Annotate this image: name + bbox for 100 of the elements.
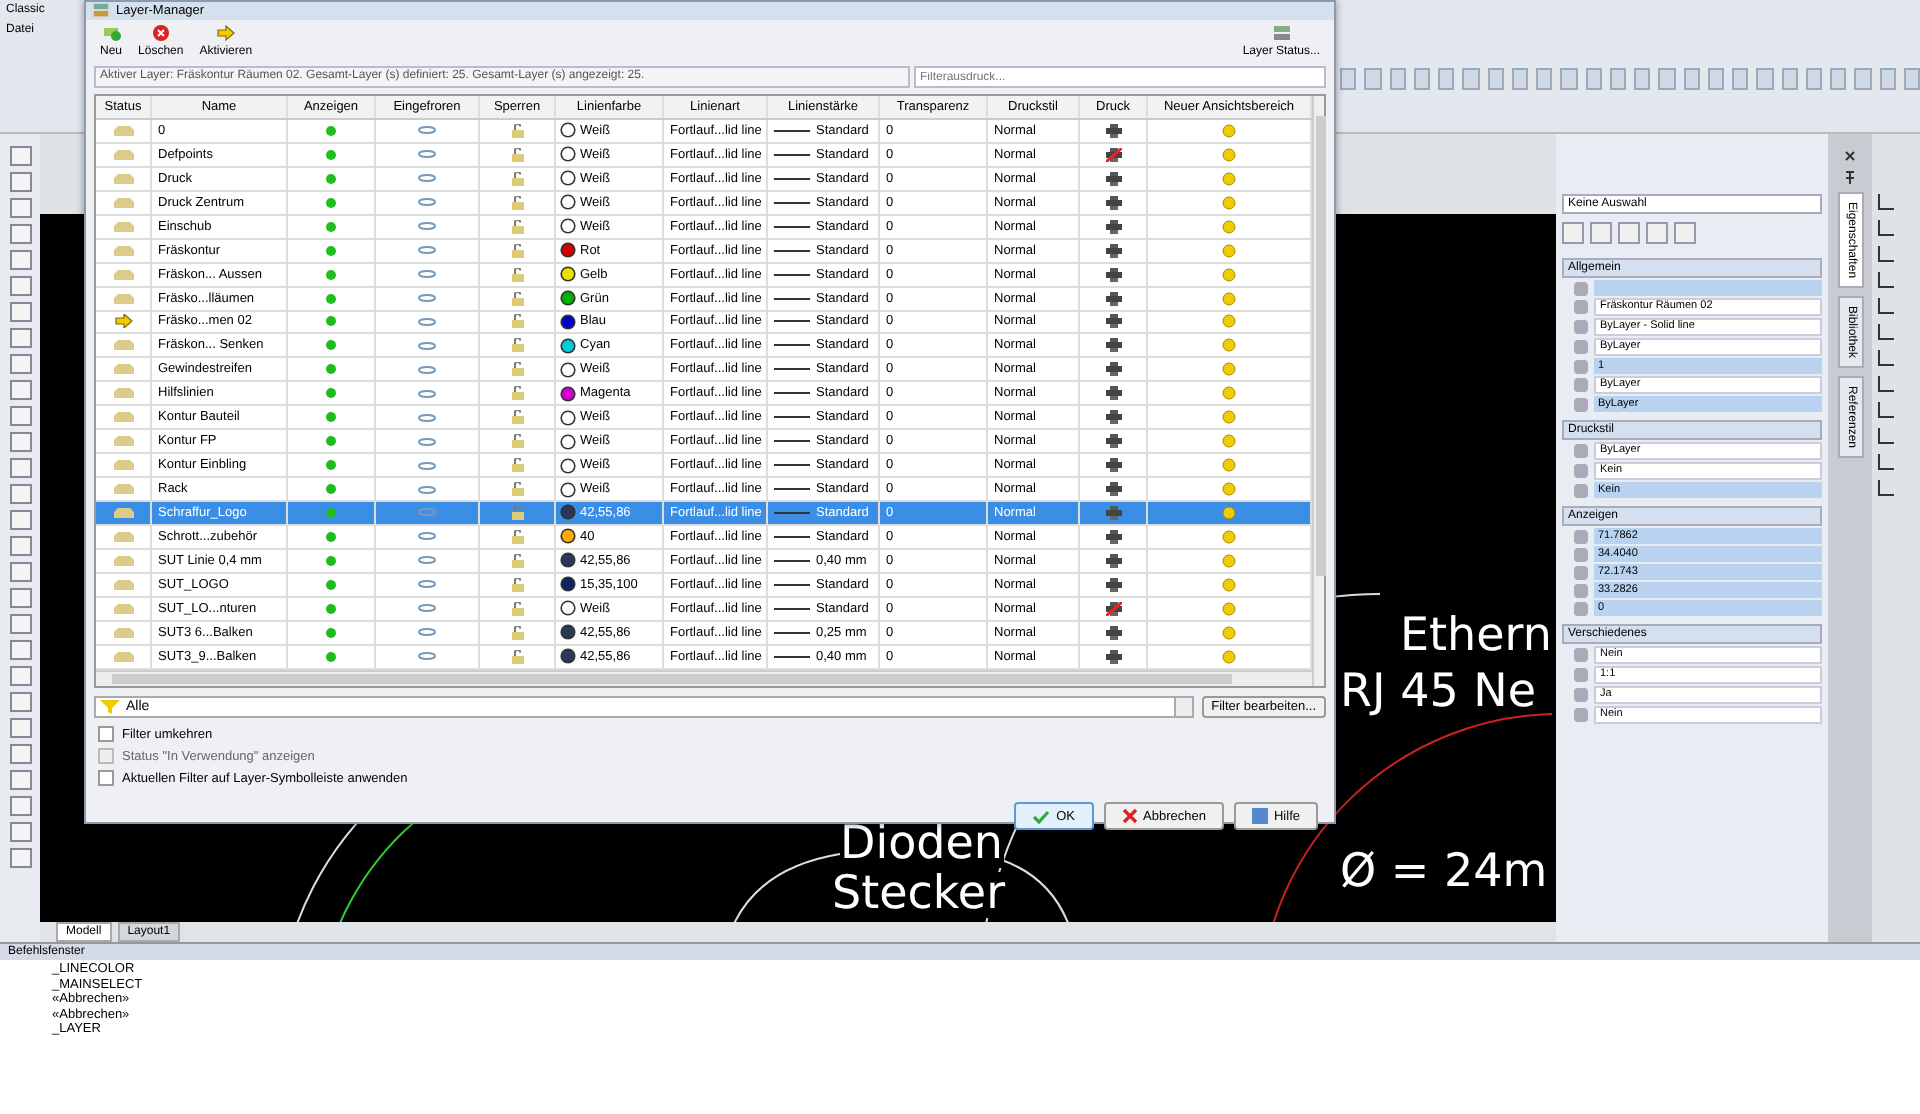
printer-icon[interactable] (1105, 434, 1121, 449)
color-dot[interactable] (562, 578, 574, 591)
toolbar-icon[interactable] (1511, 68, 1528, 90)
printer-icon[interactable] (1105, 219, 1121, 234)
color-dot[interactable] (562, 124, 574, 137)
printer-icon[interactable] (1105, 649, 1121, 664)
printer-icon[interactable] (1105, 553, 1121, 568)
toolbar-icon[interactable] (1634, 68, 1651, 90)
printer-icon[interactable] (1105, 267, 1121, 282)
unlocked-icon[interactable] (511, 171, 523, 186)
visible-icon[interactable] (326, 436, 336, 447)
color-dot[interactable] (562, 506, 574, 519)
panel-tool-icon[interactable] (1674, 222, 1696, 244)
printer-off-icon[interactable] (1105, 147, 1121, 162)
vertical-scrollbar[interactable] (1312, 96, 1324, 686)
visible-icon[interactable] (326, 579, 336, 590)
color-dot[interactable] (562, 220, 574, 233)
printer-icon[interactable] (1105, 291, 1121, 306)
visible-icon[interactable] (326, 651, 336, 662)
printer-icon[interactable] (1105, 243, 1121, 258)
unlocked-icon[interactable] (511, 553, 523, 568)
layer-icon[interactable] (113, 555, 133, 566)
layer-icon[interactable] (113, 579, 133, 590)
color-dot[interactable] (562, 148, 574, 161)
checkbox[interactable] (98, 726, 114, 742)
layer-icon[interactable] (113, 436, 133, 447)
layer-icon[interactable] (113, 197, 133, 208)
layer-icon[interactable] (113, 149, 133, 160)
toolbar-icon[interactable] (1609, 68, 1626, 90)
layer-icon[interactable] (113, 364, 133, 375)
color-dot[interactable] (562, 339, 574, 352)
layer-icon[interactable] (113, 603, 133, 614)
layer-icon[interactable] (113, 388, 133, 399)
color-dot[interactable] (562, 292, 574, 305)
printer-off-icon[interactable] (1105, 601, 1121, 616)
color-dot[interactable] (562, 196, 574, 209)
toolbar-icon[interactable] (1462, 68, 1479, 90)
color-dot[interactable] (562, 602, 574, 615)
printer-icon[interactable] (1105, 171, 1121, 186)
toolbar-icon[interactable] (1756, 68, 1773, 90)
visible-icon[interactable] (326, 555, 336, 566)
visible-icon[interactable] (326, 197, 336, 208)
toolbar-icon[interactable] (1707, 68, 1724, 90)
visible-icon[interactable] (326, 364, 336, 375)
toolbar-icon[interactable] (1487, 68, 1504, 90)
unlocked-icon[interactable] (511, 482, 523, 497)
printer-icon[interactable] (1105, 362, 1121, 377)
toolbar-icon[interactable] (1536, 68, 1553, 90)
unlocked-icon[interactable] (511, 267, 523, 282)
unlocked-icon[interactable] (511, 219, 523, 234)
arrow-icon[interactable] (113, 314, 133, 329)
visible-icon[interactable] (326, 316, 336, 327)
property-field[interactable] (1594, 280, 1822, 296)
visible-icon[interactable] (326, 603, 336, 614)
toolbar-icon[interactable] (1658, 68, 1675, 90)
unlocked-icon[interactable] (511, 362, 523, 377)
layer-icon[interactable] (113, 651, 133, 662)
unlocked-icon[interactable] (511, 195, 523, 210)
color-dot[interactable] (562, 411, 574, 424)
visible-icon[interactable] (326, 340, 336, 351)
toolbar-icon[interactable] (1879, 68, 1896, 90)
color-dot[interactable] (562, 244, 574, 257)
printer-icon[interactable] (1105, 386, 1121, 401)
layer-icon[interactable] (113, 269, 133, 280)
toolbar-icon[interactable] (1340, 68, 1357, 90)
unlocked-icon[interactable] (511, 410, 523, 425)
layer-icon[interactable] (113, 340, 133, 351)
layer-icon[interactable] (113, 412, 133, 423)
printer-icon[interactable] (1105, 195, 1121, 210)
unlocked-icon[interactable] (511, 314, 523, 329)
visible-icon[interactable] (326, 388, 336, 399)
toolbar-icon[interactable] (1805, 68, 1822, 90)
toolbar-icon[interactable] (1585, 68, 1602, 90)
printer-icon[interactable] (1105, 314, 1121, 329)
layer-icon[interactable] (113, 460, 133, 471)
toolbar-icon[interactable] (1364, 68, 1381, 90)
toolbar-icon[interactable] (1560, 68, 1577, 90)
visible-icon[interactable] (326, 460, 336, 471)
layer-icon[interactable] (113, 245, 133, 256)
visible-icon[interactable] (326, 269, 336, 280)
panel-tool-icon[interactable] (1590, 222, 1612, 244)
color-dot[interactable] (562, 172, 574, 185)
color-dot[interactable] (562, 483, 574, 496)
unlocked-icon[interactable] (511, 338, 523, 353)
unlocked-icon[interactable] (511, 529, 523, 544)
unlocked-icon[interactable] (511, 625, 523, 640)
toolbar-icon[interactable] (1438, 68, 1455, 90)
unlocked-icon[interactable] (511, 243, 523, 258)
unlocked-icon[interactable] (511, 649, 523, 664)
layer-icon[interactable] (113, 221, 133, 232)
checkbox[interactable] (98, 770, 114, 786)
layer-icon[interactable] (113, 507, 133, 518)
unlocked-icon[interactable] (511, 577, 523, 592)
panel-tool-icon[interactable] (1618, 222, 1640, 244)
unlocked-icon[interactable] (511, 123, 523, 138)
visible-icon[interactable] (326, 221, 336, 232)
unlocked-icon[interactable] (511, 434, 523, 449)
toolbar-icon[interactable] (1854, 68, 1871, 90)
close-icon[interactable] (1844, 150, 1856, 162)
unlocked-icon[interactable] (511, 386, 523, 401)
